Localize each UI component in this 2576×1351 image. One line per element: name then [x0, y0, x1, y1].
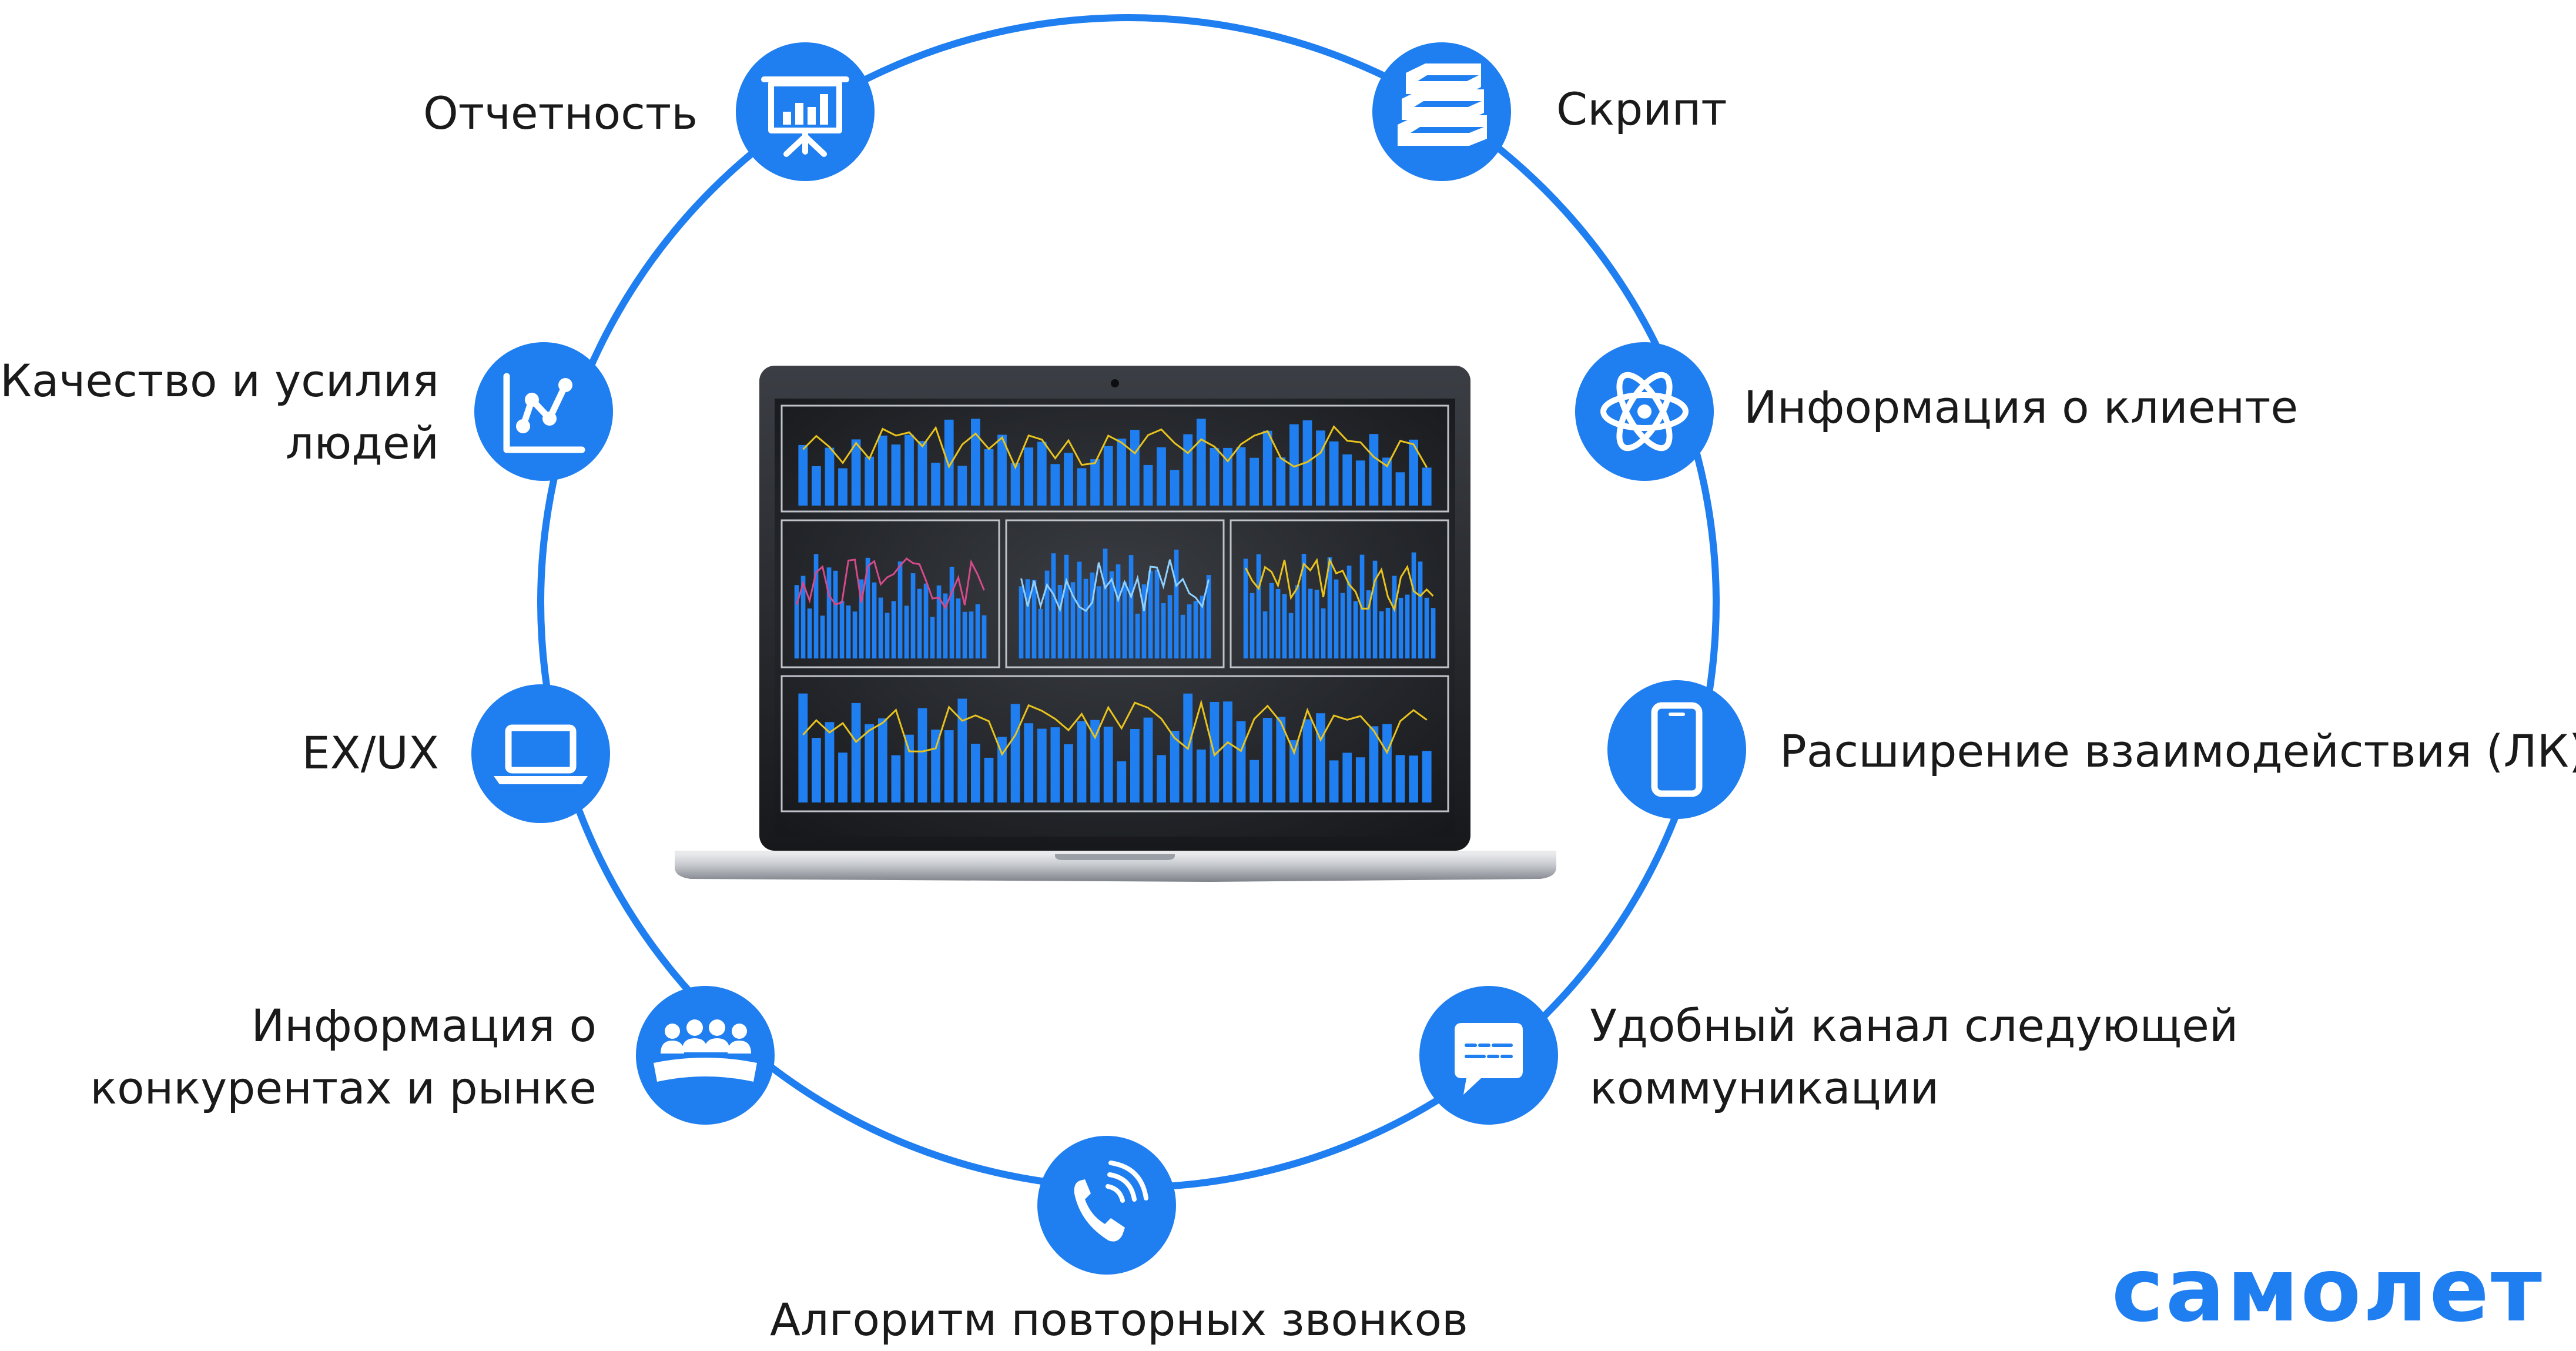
label-client-info: Информация о клиенте	[1744, 381, 2299, 433]
label-reporting: Отчетность	[423, 87, 698, 139]
books-icon	[1372, 42, 1511, 181]
group-icon	[636, 986, 775, 1125]
brand-logo: самолет	[2111, 1239, 2544, 1342]
line-chart-icon	[474, 342, 613, 481]
label-recall: Алгоритм повторных звонков	[770, 1293, 1468, 1346]
phone-ringing-icon	[1037, 1136, 1176, 1275]
diagram-canvas	[471, 14, 1746, 1275]
label-script: Скрипт	[1556, 83, 1727, 135]
label-lk: Расширение взаимодействия (ЛК)	[1780, 725, 2576, 777]
label-ex-ux: EX/UX	[302, 727, 439, 779]
smartphone-icon	[1607, 680, 1746, 819]
label-quality: Качество и усилия людей	[0, 355, 439, 469]
label-competitors: Информация о конкурентах и рынке	[90, 999, 597, 1114]
chat-bubble-icon	[1419, 986, 1558, 1125]
presentation-chart-icon	[736, 42, 875, 181]
label-channel: Удобный канал следующей коммуникации	[1590, 999, 2239, 1114]
atom-icon	[1575, 342, 1714, 481]
laptop-dashboard-icon	[675, 366, 1556, 882]
laptop-icon	[471, 684, 610, 823]
